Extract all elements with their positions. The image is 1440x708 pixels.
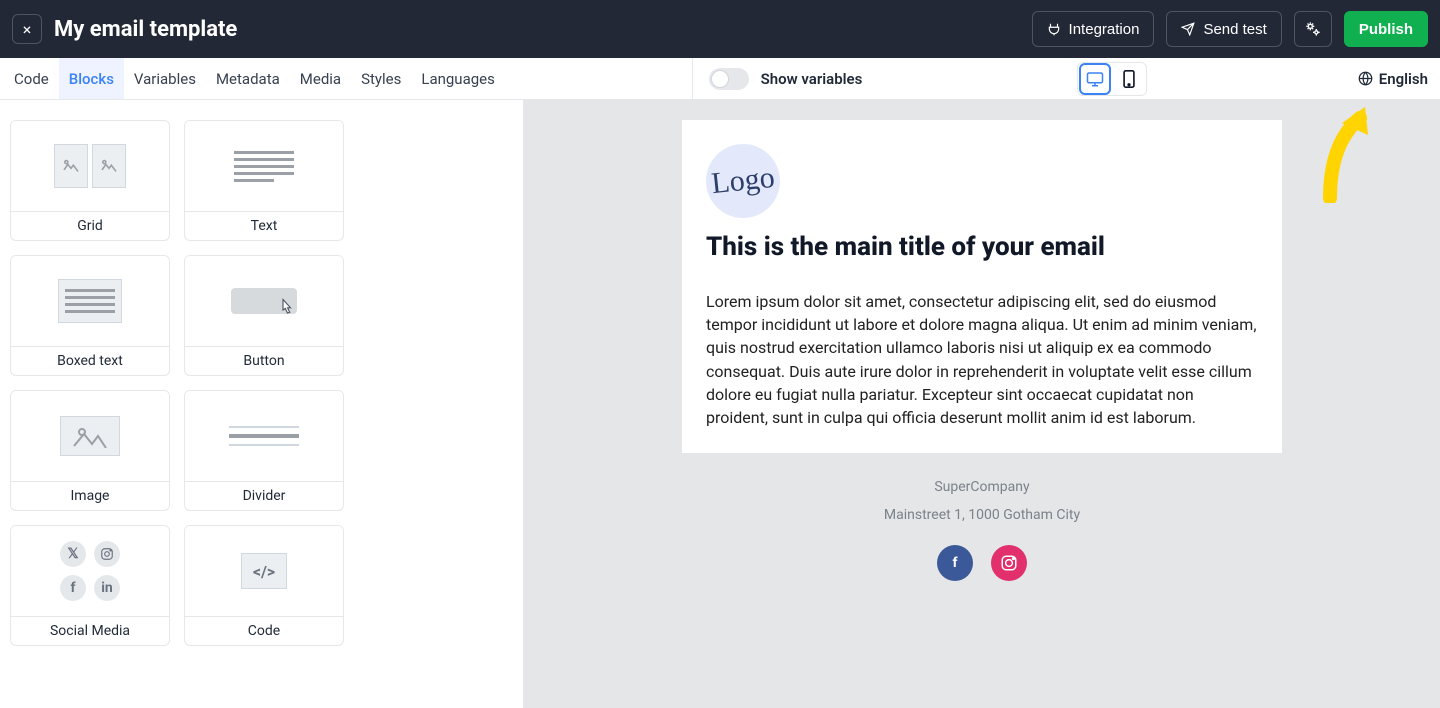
block-label: Divider xyxy=(185,481,343,510)
gears-icon xyxy=(1305,21,1321,37)
email-footer: SuperCompany Mainstreet 1, 1000 Gotham C… xyxy=(682,479,1282,581)
block-palette: Grid Text Boxed text Button xyxy=(0,100,524,708)
tab-variables[interactable]: Variables xyxy=(124,58,206,99)
code-icon: </> xyxy=(241,553,287,589)
email-card[interactable]: Logo This is the main title of your emai… xyxy=(682,120,1282,453)
mobile-view-button[interactable] xyxy=(1115,65,1143,93)
block-grid[interactable]: Grid xyxy=(10,120,170,241)
send-test-label: Send test xyxy=(1203,21,1266,38)
integration-button[interactable]: Integration xyxy=(1032,11,1155,47)
desktop-icon xyxy=(1086,71,1104,87)
integration-label: Integration xyxy=(1069,21,1140,38)
block-text[interactable]: Text xyxy=(184,120,344,241)
block-label: Grid xyxy=(11,211,169,240)
page-title: My email template xyxy=(54,17,237,42)
block-divider[interactable]: Divider xyxy=(184,390,344,511)
language-label: English xyxy=(1379,70,1428,88)
globe-icon xyxy=(1358,71,1373,86)
linkedin-icon: in xyxy=(94,575,120,601)
cursor-icon xyxy=(277,296,295,318)
footer-company: SuperCompany xyxy=(682,479,1282,495)
block-label: Social Media xyxy=(11,616,169,645)
logo-placeholder: Logo xyxy=(702,140,783,221)
block-label: Image xyxy=(11,481,169,510)
block-image[interactable]: Image xyxy=(10,390,170,511)
close-button[interactable]: × xyxy=(12,14,42,44)
tab-blocks[interactable]: Blocks xyxy=(59,58,124,99)
top-bar: × My email template Integration Send tes… xyxy=(0,0,1440,58)
desktop-view-button[interactable] xyxy=(1081,65,1109,93)
boxed-text-icon xyxy=(58,279,122,323)
settings-button[interactable] xyxy=(1294,11,1332,47)
block-code[interactable]: </> Code xyxy=(184,525,344,646)
block-label: Button xyxy=(185,346,343,375)
facebook-icon: f xyxy=(60,575,86,601)
mobile-icon xyxy=(1123,70,1135,88)
email-body: Lorem ipsum dolor sit amet, consectetur … xyxy=(706,290,1258,429)
close-icon: × xyxy=(23,20,32,39)
text-lines-icon xyxy=(234,147,294,186)
viewport-switch xyxy=(1077,62,1147,96)
show-variables-label: Show variables xyxy=(761,70,863,88)
divider-icon xyxy=(229,420,299,452)
instagram-icon xyxy=(94,541,120,567)
block-label: Code xyxy=(185,616,343,645)
tab-code[interactable]: Code xyxy=(4,58,59,99)
tab-styles[interactable]: Styles xyxy=(351,58,411,99)
secondary-bar: Code Blocks Variables Metadata Media Sty… xyxy=(0,58,1440,100)
block-social[interactable]: 𝕏 f in Social Media xyxy=(10,525,170,646)
footer-instagram-icon[interactable] xyxy=(991,545,1027,581)
show-variables-toggle[interactable] xyxy=(709,68,749,90)
publish-button[interactable]: Publish xyxy=(1344,11,1428,47)
show-variables-control: Show variables xyxy=(692,58,879,99)
footer-address: Mainstreet 1, 1000 Gotham City xyxy=(682,507,1282,523)
block-boxed-text[interactable]: Boxed text xyxy=(10,255,170,376)
tab-languages[interactable]: Languages xyxy=(411,58,505,99)
tab-metadata[interactable]: Metadata xyxy=(206,58,290,99)
preview-canvas: Logo This is the main title of your emai… xyxy=(524,100,1440,708)
editor-tabs: Code Blocks Variables Metadata Media Sty… xyxy=(0,58,505,99)
paper-plane-icon xyxy=(1181,22,1195,36)
plug-icon xyxy=(1047,22,1061,36)
social-icon-group: 𝕏 f in xyxy=(57,541,123,601)
grid-icon xyxy=(54,144,126,188)
button-icon xyxy=(231,288,297,314)
image-icon xyxy=(60,416,120,456)
toggle-knob xyxy=(711,70,729,88)
block-button[interactable]: Button xyxy=(184,255,344,376)
tab-media[interactable]: Media xyxy=(290,58,351,99)
block-label: Boxed text xyxy=(11,346,169,375)
block-label: Text xyxy=(185,211,343,240)
language-selector[interactable]: English xyxy=(1358,70,1428,88)
footer-facebook-icon[interactable]: f xyxy=(937,545,973,581)
email-title: This is the main title of your email xyxy=(706,232,1258,262)
x-icon: 𝕏 xyxy=(60,541,86,567)
highlight-arrow xyxy=(1310,103,1380,203)
send-test-button[interactable]: Send test xyxy=(1166,11,1281,47)
publish-label: Publish xyxy=(1359,21,1413,38)
